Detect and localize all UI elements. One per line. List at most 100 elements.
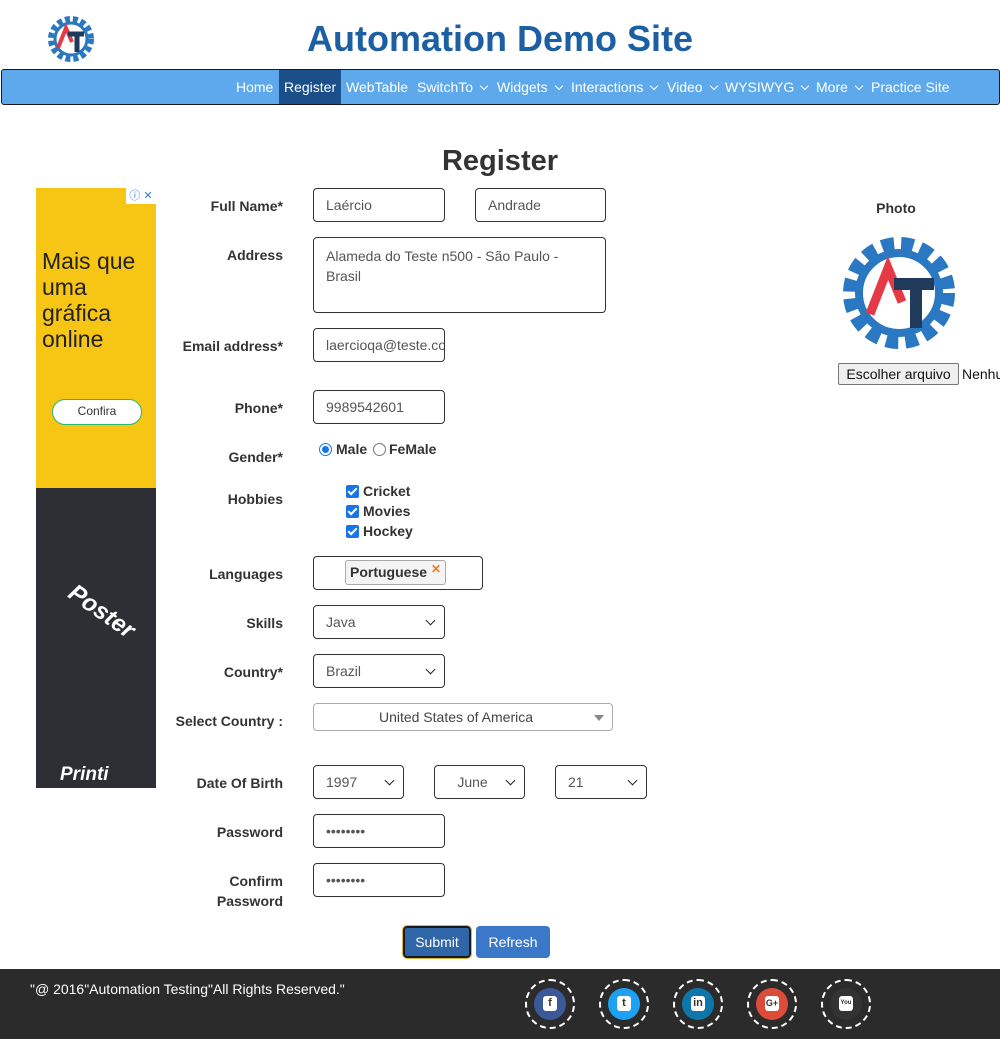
first-name-input[interactable]: Laércio — [313, 188, 445, 222]
facebook-glyph: f — [543, 996, 557, 1011]
password-input[interactable]: •••••••• — [313, 814, 445, 848]
dob-day-select[interactable]: 21 — [555, 765, 647, 799]
ad-text: Mais que uma gráfica online — [42, 248, 136, 352]
nav-practice-site[interactable]: Practice Site — [871, 70, 950, 104]
refresh-button[interactable]: Refresh — [476, 926, 550, 958]
nav-home[interactable]: Home — [236, 70, 273, 104]
linkedin-link[interactable]: in — [673, 979, 723, 1029]
password-label: Password — [216, 824, 283, 840]
confirm-password-input[interactable]: •••••••• — [313, 863, 445, 897]
hobby-hockey-checkbox[interactable] — [346, 525, 359, 538]
main-nav: Home Register WebTable SwitchTo Widgets … — [1, 69, 1000, 105]
hobby-movies-label: Movies — [363, 503, 411, 519]
googleplus-link[interactable]: G+ — [747, 979, 797, 1029]
gender-label: Gender* — [228, 449, 283, 465]
phone-input[interactable]: 9989542601 — [313, 390, 445, 424]
language-tag-label: Portuguese — [350, 564, 428, 580]
hobby-movies-checkbox[interactable] — [346, 505, 359, 518]
hobbies-label: Hobbies — [227, 491, 283, 507]
youtube-glyph: You — [839, 996, 853, 1011]
country-select[interactable]: Brazil — [313, 654, 445, 688]
dob-label: Date Of Birth — [196, 775, 283, 791]
hobby-hockey-label: Hockey — [363, 523, 413, 539]
youtube-icon: You — [830, 988, 862, 1020]
dob-year-value: 1997 — [326, 774, 358, 790]
nav-widgets-label: Widgets — [497, 79, 548, 95]
chevron-down-icon — [650, 81, 659, 91]
twitter-icon: t — [608, 988, 640, 1020]
submit-button[interactable]: Submit — [402, 925, 472, 959]
nav-video-label: Video — [667, 79, 703, 95]
copyright-text: "@ 2016"Automation Testing"All Rights Re… — [30, 981, 345, 997]
nav-switchto[interactable]: SwitchTo — [417, 70, 489, 104]
skills-value: Java — [326, 614, 356, 630]
phone-label: Phone* — [234, 400, 283, 416]
chevron-down-icon — [505, 775, 516, 786]
chevron-down-icon — [800, 81, 810, 91]
nav-webtable[interactable]: WebTable — [346, 70, 408, 104]
select-country-label: Select Country : — [175, 713, 283, 729]
dob-month-select[interactable]: June — [434, 765, 525, 799]
choose-file-button[interactable]: Escolher arquivo — [838, 363, 959, 385]
nav-interactions-label: Interactions — [571, 79, 644, 95]
photo-label: Photo — [876, 200, 916, 216]
last-name-input[interactable]: Andrade — [475, 188, 606, 222]
dob-day-value: 21 — [568, 774, 584, 790]
nav-wysiwyg-label: WYSIWYG — [725, 79, 795, 95]
chevron-down-icon — [425, 615, 436, 626]
photo-preview — [843, 237, 955, 349]
nav-register[interactable]: Register — [279, 70, 342, 104]
chevron-down-icon — [425, 664, 436, 675]
select-country-value: United States of America — [378, 709, 534, 725]
gender-female-radio[interactable] — [373, 443, 386, 456]
twitter-glyph: t — [617, 996, 631, 1011]
advertisement[interactable]: ⓘ ✕ Mais que uma gráfica online Confira … — [36, 188, 156, 788]
chevron-down-icon — [479, 81, 489, 91]
caret-down-icon — [594, 715, 604, 721]
nav-more-label: More — [816, 79, 848, 95]
country-label: Country* — [223, 664, 283, 680]
dob-year-select[interactable]: 1997 — [313, 765, 404, 799]
nav-widgets[interactable]: Widgets — [497, 70, 563, 104]
facebook-link[interactable]: f — [525, 979, 575, 1029]
nav-switchto-label: SwitchTo — [417, 79, 474, 95]
skills-select[interactable]: Java — [313, 605, 445, 639]
nav-video[interactable]: Video — [667, 70, 718, 104]
ad-close-icon[interactable]: ⓘ ✕ — [126, 188, 156, 204]
hobby-cricket-checkbox[interactable] — [346, 485, 359, 498]
page-title: Register — [441, 145, 559, 177]
youtube-link[interactable]: You — [821, 979, 871, 1029]
gender-male-label: Male — [336, 441, 368, 457]
hobby-cricket-label: Cricket — [363, 483, 411, 499]
gender-female-label: FeMale — [389, 441, 437, 457]
language-tag: Portuguese ✕ — [345, 560, 447, 585]
nav-wysiwyg[interactable]: WYSIWYG — [725, 70, 810, 104]
nav-more[interactable]: More — [816, 70, 864, 104]
linkedin-icon: in — [682, 988, 714, 1020]
address-label: Address — [226, 247, 283, 263]
dob-month-value: June — [457, 774, 488, 790]
remove-tag-icon[interactable]: ✕ — [431, 562, 441, 576]
country-value: Brazil — [326, 663, 362, 679]
ad-cta-button[interactable]: Confira — [52, 399, 142, 425]
googleplus-glyph: G+ — [765, 996, 779, 1011]
file-status-text: Nenhum arquivo escolhido — [962, 366, 1000, 382]
confirm-password-label: Confirm Password — [216, 873, 283, 909]
nav-interactions[interactable]: Interactions — [571, 70, 659, 104]
chevron-down-icon — [554, 81, 563, 91]
twitter-link[interactable]: t — [599, 979, 649, 1029]
skills-label: Skills — [246, 615, 283, 631]
linkedin-glyph: in — [691, 996, 705, 1011]
address-textarea[interactable]: Alameda do Teste n500 - São Paulo - Bras… — [313, 237, 606, 313]
gender-male-radio[interactable] — [319, 443, 332, 456]
full-name-label: Full Name* — [210, 198, 283, 214]
email-input[interactable]: laercioqa@teste.com — [313, 328, 445, 362]
chevron-down-icon — [854, 81, 864, 91]
email-label: Email address* — [182, 338, 283, 354]
googleplus-icon: G+ — [756, 988, 788, 1020]
select-country-combobox[interactable]: United States of America — [313, 703, 613, 731]
ad-image — [36, 488, 156, 788]
facebook-icon: f — [534, 988, 566, 1020]
chevron-down-icon — [709, 81, 718, 91]
languages-label: Languages — [209, 566, 283, 582]
